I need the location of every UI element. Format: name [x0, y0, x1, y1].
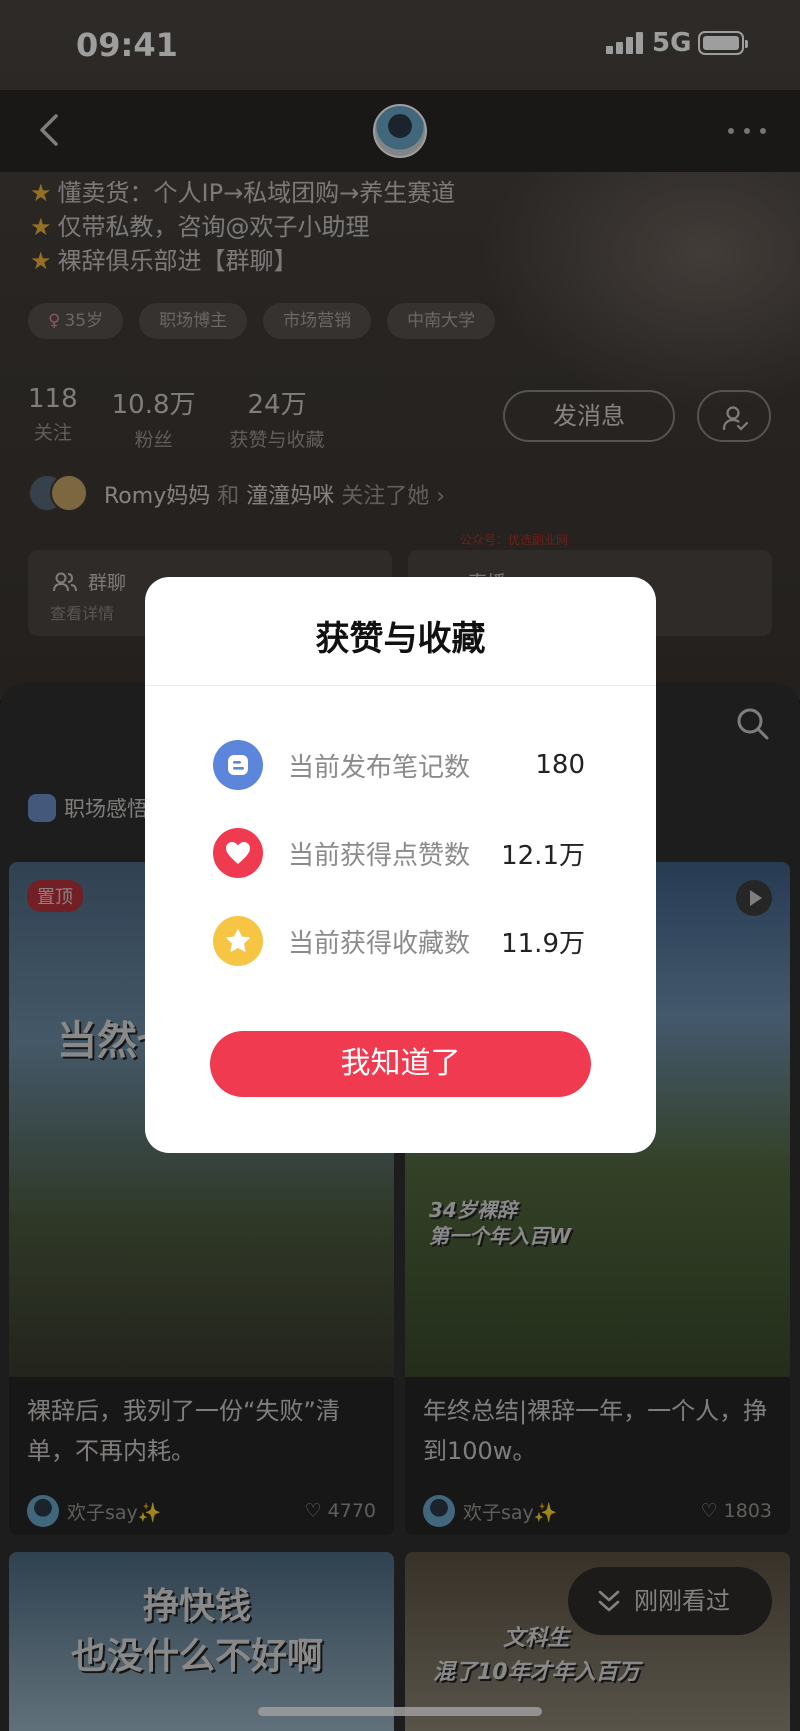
stat-likes[interactable]: 24万 获赞与收藏	[230, 384, 325, 452]
note-card[interactable]: 挣快钱 也没什么不好啊	[9, 1552, 394, 1731]
notes-count-row: 当前发布笔记数 180	[213, 739, 585, 791]
likes-count-row: 当前获得点赞数 12.1万	[213, 827, 585, 879]
group-icon	[53, 572, 77, 592]
stat-label: 当前获得点赞数	[288, 840, 471, 871]
double-chevron-down-icon	[598, 1590, 620, 1612]
like-count[interactable]: ♡ 4770	[305, 1500, 376, 1522]
pinned-badge: 置顶	[27, 880, 83, 912]
star-icon	[213, 916, 263, 966]
author-avatar	[423, 1495, 455, 1527]
stat-fans[interactable]: 10.8万 粉丝	[112, 384, 196, 452]
watermark-text: 公众号：优选副业网	[460, 533, 569, 547]
confirm-button[interactable]: 我知道了	[210, 1031, 591, 1097]
note-title: 裸辞后，我列了一份“失败”清单，不再内耗。	[27, 1397, 340, 1465]
search-icon[interactable]	[736, 707, 770, 741]
dialog-title: 获赞与收藏	[315, 619, 486, 659]
author-avatar	[27, 1495, 59, 1527]
status-time: 09:41	[76, 26, 178, 64]
signal-icon	[606, 32, 644, 54]
cover-caption: 挣快钱 也没什么不好啊	[71, 1586, 324, 1677]
more-icon[interactable]	[726, 128, 770, 138]
likes-favorites-dialog: 获赞与收藏 当前发布笔记数 180 当前获得点赞数 12.1万 当前获得收藏数 …	[145, 577, 656, 1153]
profile-bio: 懂卖货：个人IP→私域团购→养生赛道 仅带私教，咨询@欢子小助理 裸辞俱乐部进【…	[30, 176, 456, 278]
stat-label: 当前获得收藏数	[288, 928, 471, 959]
profile-avatar[interactable]	[373, 104, 427, 158]
user-check-icon	[722, 406, 749, 431]
cover-caption: 34岁裸辞 第一个年入百W	[429, 1198, 572, 1248]
tag-age: ♀ 35岁	[28, 303, 124, 339]
tag-school: 中南大学	[387, 303, 496, 339]
stat-following[interactable]: 118 关注	[28, 384, 78, 452]
video-play-icon	[736, 880, 772, 916]
female-icon: ♀	[48, 311, 61, 331]
status-bar: 09:41 5G	[0, 0, 800, 90]
stat-value: 12.1万	[501, 840, 585, 871]
author-name: 欢子say✨	[67, 1501, 162, 1524]
top-nav	[0, 90, 800, 172]
stat-label: 当前发布笔记数	[288, 752, 471, 783]
heart-icon	[213, 828, 263, 878]
home-indicator	[258, 1707, 542, 1716]
divider	[145, 685, 656, 686]
feed-category[interactable]: 职场感悟	[28, 793, 148, 823]
profile-stats: 118 关注 10.8万 粉丝 24万 获赞与收藏	[28, 384, 325, 452]
follow-button[interactable]	[697, 390, 771, 442]
battery-icon	[698, 31, 748, 55]
back-icon[interactable]	[30, 108, 74, 152]
recently-viewed-button[interactable]: 刚刚看过	[568, 1567, 772, 1635]
favorites-count-row: 当前获得收藏数 11.9万	[213, 915, 585, 967]
author-name: 欢子say✨	[463, 1501, 558, 1524]
network-label: 5G	[652, 28, 692, 58]
header-portrait	[480, 150, 800, 410]
mutual-followers[interactable]: Romy妈妈 和 潼潼妈咪 关注了她 ›	[28, 474, 445, 514]
bio-line: 懂卖货：个人IP→私域团购→养生赛道	[30, 176, 456, 210]
note-title: 年终总结|裸辞一年，一个人，挣到100w。	[423, 1397, 768, 1465]
tag-career: 职场博主	[139, 303, 248, 339]
note-icon	[213, 740, 263, 790]
tag-field: 市场营销	[263, 303, 372, 339]
mutual-avatars	[28, 474, 90, 514]
category-icon	[28, 794, 56, 822]
stat-value: 11.9万	[501, 928, 585, 959]
stat-value: 180	[535, 750, 585, 780]
bio-line: 裸辞俱乐部进【群聊】	[30, 244, 455, 278]
profile-tags: ♀ 35岁 职场博主 市场营销 中南大学	[28, 303, 496, 339]
bio-line: 仅带私教，咨询@欢子小助理	[30, 210, 455, 244]
like-count[interactable]: ♡ 1803	[701, 1500, 772, 1522]
message-button[interactable]: 发消息	[503, 390, 675, 442]
